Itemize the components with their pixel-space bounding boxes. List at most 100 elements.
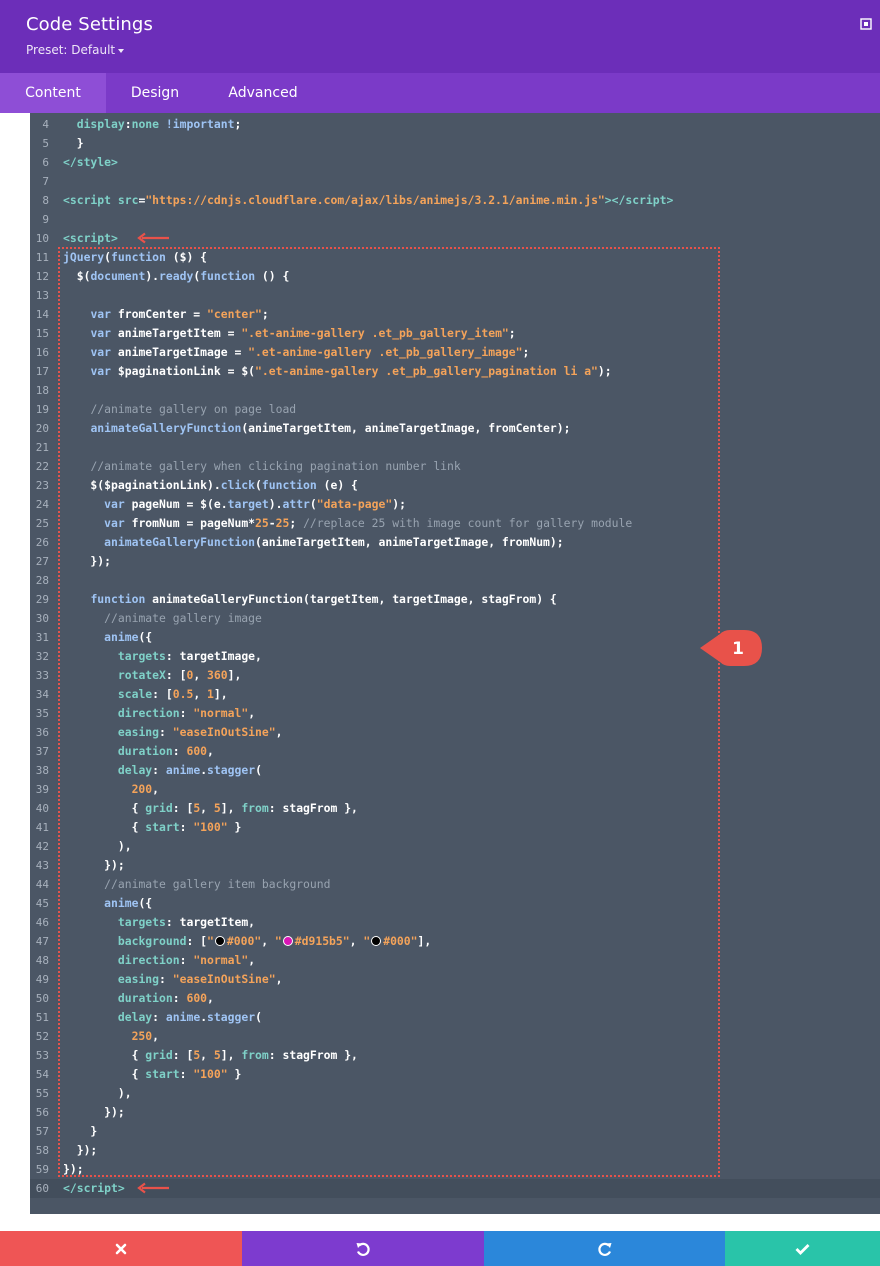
code-line[interactable]: 14 var fromCenter = "center"; bbox=[30, 305, 880, 324]
code-line[interactable]: 39 200, bbox=[30, 780, 880, 799]
undo-button[interactable] bbox=[242, 1231, 484, 1266]
code-text[interactable]: </script> bbox=[63, 1179, 125, 1198]
code-line[interactable]: 11 jQuery(function ($) { bbox=[30, 248, 880, 267]
code-text[interactable]: var $paginationLink = $(".et-anime-galle… bbox=[63, 362, 611, 381]
code-text[interactable]: 250, bbox=[63, 1027, 159, 1046]
code-line[interactable]: 5 } bbox=[30, 134, 880, 153]
code-text[interactable]: delay: anime.stagger( bbox=[63, 761, 262, 780]
code-line[interactable]: 30 //animate gallery image bbox=[30, 609, 880, 628]
expand-icon[interactable] bbox=[860, 18, 872, 30]
code-text[interactable]: display:none !important; bbox=[63, 115, 242, 134]
code-text[interactable]: jQuery(function ($) { bbox=[63, 248, 207, 267]
code-text[interactable]: //animate gallery item background bbox=[63, 875, 330, 894]
code-text[interactable]: ), bbox=[63, 1084, 132, 1103]
code-line[interactable]: 40 { grid: [5, 5], from: stagFrom }, bbox=[30, 799, 880, 818]
code-text[interactable]: 200, bbox=[63, 780, 159, 799]
code-text[interactable]: var animeTargetItem = ".et-anime-gallery… bbox=[63, 324, 515, 343]
code-line[interactable]: 22 //animate gallery when clicking pagin… bbox=[30, 457, 880, 476]
code-text[interactable]: } bbox=[63, 1122, 97, 1141]
code-text[interactable]: } bbox=[63, 134, 84, 153]
code-text[interactable]: { grid: [5, 5], from: stagFrom }, bbox=[63, 1046, 358, 1065]
tab-advanced[interactable]: Advanced bbox=[204, 73, 322, 113]
code-text[interactable]: targets: targetImage, bbox=[63, 647, 262, 666]
code-text[interactable]: anime({ bbox=[63, 628, 152, 647]
code-text[interactable]: }); bbox=[63, 1160, 84, 1179]
code-line[interactable]: 24 var pageNum = $(e.target).attr("data-… bbox=[30, 495, 880, 514]
code-text[interactable]: }); bbox=[63, 856, 125, 875]
code-text[interactable]: }); bbox=[63, 1141, 98, 1160]
tab-design[interactable]: Design bbox=[106, 73, 204, 113]
code-text[interactable]: anime({ bbox=[63, 894, 152, 913]
code-line[interactable]: 18 bbox=[30, 381, 880, 400]
code-line[interactable]: 21 bbox=[30, 438, 880, 457]
code-text[interactable]: animateGalleryFunction(animeTargetItem, … bbox=[63, 419, 570, 438]
save-button[interactable] bbox=[725, 1231, 880, 1266]
code-line[interactable]: 37 duration: 600, bbox=[30, 742, 880, 761]
code-line[interactable]: 7 bbox=[30, 172, 880, 191]
code-text[interactable]: delay: anime.stagger( bbox=[63, 1008, 262, 1027]
code-line[interactable]: 27 }); bbox=[30, 552, 880, 571]
code-line[interactable]: 50 duration: 600, bbox=[30, 989, 880, 1008]
code-line[interactable]: 15 var animeTargetItem = ".et-anime-gall… bbox=[30, 324, 880, 343]
code-line[interactable]: 46 targets: targetItem, bbox=[30, 913, 880, 932]
code-text[interactable]: { start: "100" } bbox=[63, 818, 242, 837]
code-text[interactable]: <script src="https://cdnjs.cloudflare.co… bbox=[63, 191, 673, 210]
code-line[interactable]: 59}); bbox=[30, 1160, 880, 1179]
code-line[interactable]: 49 easing: "easeInOutSine", bbox=[30, 970, 880, 989]
code-line[interactable]: 47 background: [" #000", " #d915b5", " #000… bbox=[30, 932, 880, 951]
code-text[interactable]: var fromCenter = "center"; bbox=[63, 305, 268, 324]
code-line[interactable]: 20 animateGalleryFunction(animeTargetIte… bbox=[30, 419, 880, 438]
code-text[interactable]: direction: "normal", bbox=[63, 704, 255, 723]
code-line[interactable]: 17 var $paginationLink = $(".et-anime-ga… bbox=[30, 362, 880, 381]
code-line[interactable]: 28 bbox=[30, 571, 880, 590]
code-text[interactable]: </style> bbox=[63, 153, 118, 172]
code-text[interactable]: function animateGalleryFunction(targetIt… bbox=[63, 590, 556, 609]
code-line[interactable]: 38 delay: anime.stagger( bbox=[30, 761, 880, 780]
code-text[interactable]: { grid: [5, 5], from: stagFrom }, bbox=[63, 799, 358, 818]
preset-dropdown[interactable]: Preset: Default bbox=[26, 43, 125, 57]
code-line[interactable]: 42 ), bbox=[30, 837, 880, 856]
code-line[interactable]: 58 }); bbox=[30, 1141, 880, 1160]
code-line[interactable]: 25 var fromNum = pageNum*25-25; //replac… bbox=[30, 514, 880, 533]
code-line[interactable]: 16 var animeTargetImage = ".et-anime-gal… bbox=[30, 343, 880, 362]
code-line[interactable]: 19 //animate gallery on page load bbox=[30, 400, 880, 419]
code-text[interactable]: }); bbox=[63, 552, 111, 571]
code-text[interactable]: $(document).ready(function () { bbox=[63, 267, 290, 286]
code-line[interactable]: 12 $(document).ready(function () { bbox=[30, 267, 880, 286]
code-text[interactable]: { start: "100" } bbox=[63, 1065, 242, 1084]
code-line[interactable]: 41 { start: "100" } bbox=[30, 818, 880, 837]
code-text[interactable]: }); bbox=[63, 1103, 125, 1122]
code-text[interactable]: rotateX: [0, 360], bbox=[63, 666, 241, 685]
code-line[interactable]: 52 250, bbox=[30, 1027, 880, 1046]
code-text[interactable]: scale: [0.5, 1], bbox=[63, 685, 228, 704]
code-line[interactable]: 34 scale: [0.5, 1], bbox=[30, 685, 880, 704]
code-line[interactable]: 6 </style> bbox=[30, 153, 880, 172]
code-line[interactable]: 55 ), bbox=[30, 1084, 880, 1103]
code-line[interactable]: 36 easing: "easeInOutSine", bbox=[30, 723, 880, 742]
code-line[interactable]: 26 animateGalleryFunction(animeTargetIte… bbox=[30, 533, 880, 552]
code-text[interactable]: duration: 600, bbox=[63, 989, 214, 1008]
code-text[interactable]: animateGalleryFunction(animeTargetItem, … bbox=[63, 533, 563, 552]
tab-content[interactable]: Content bbox=[0, 73, 106, 113]
code-line[interactable]: 23 $($paginationLink).click(function (e)… bbox=[30, 476, 880, 495]
code-text[interactable]: ), bbox=[63, 837, 132, 856]
code-line[interactable]: 13 bbox=[30, 286, 880, 305]
code-text[interactable]: var pageNum = $(e.target).attr("data-pag… bbox=[63, 495, 406, 514]
code-line[interactable]: 48 direction: "normal", bbox=[30, 951, 880, 970]
code-line[interactable]: 33 rotateX: [0, 360], bbox=[30, 666, 880, 685]
code-text[interactable]: var animeTargetImage = ".et-anime-galler… bbox=[63, 343, 529, 362]
redo-button[interactable] bbox=[484, 1231, 725, 1266]
code-text[interactable]: duration: 600, bbox=[63, 742, 214, 761]
code-text[interactable]: background: [" #000", " #d915b5", " #000"], bbox=[63, 932, 431, 951]
code-text[interactable]: direction: "normal", bbox=[63, 951, 255, 970]
code-text[interactable]: //animate gallery image bbox=[63, 609, 262, 628]
cancel-button[interactable] bbox=[0, 1231, 242, 1266]
code-line[interactable]: 35 direction: "normal", bbox=[30, 704, 880, 723]
code-text[interactable]: //animate gallery on page load bbox=[63, 400, 296, 419]
code-line[interactable]: 51 delay: anime.stagger( bbox=[30, 1008, 880, 1027]
code-line[interactable]: 9 bbox=[30, 210, 880, 229]
code-line[interactable]: 54 { start: "100" } bbox=[30, 1065, 880, 1084]
code-text[interactable]: $($paginationLink).click(function (e) { bbox=[63, 476, 358, 495]
code-text[interactable]: <script> bbox=[63, 229, 118, 248]
code-line[interactable]: 29 function animateGalleryFunction(targe… bbox=[30, 590, 880, 609]
